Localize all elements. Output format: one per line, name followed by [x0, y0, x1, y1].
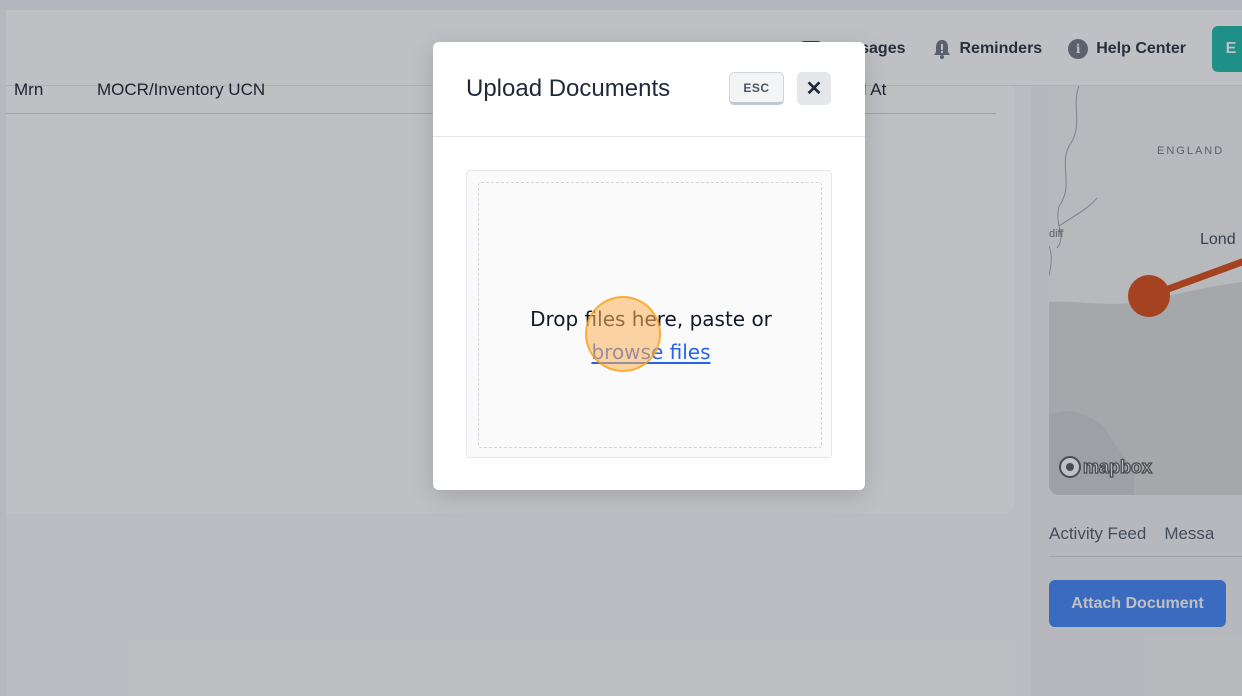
close-icon[interactable]: ✕	[797, 72, 831, 105]
modal-header: Upload Documents ESC ✕	[433, 42, 865, 137]
esc-key-button[interactable]: ESC	[729, 72, 784, 105]
click-indicator	[585, 296, 661, 372]
upload-documents-modal: Upload Documents ESC ✕ Drop files here, …	[433, 42, 865, 490]
modal-title: Upload Documents	[466, 75, 671, 102]
